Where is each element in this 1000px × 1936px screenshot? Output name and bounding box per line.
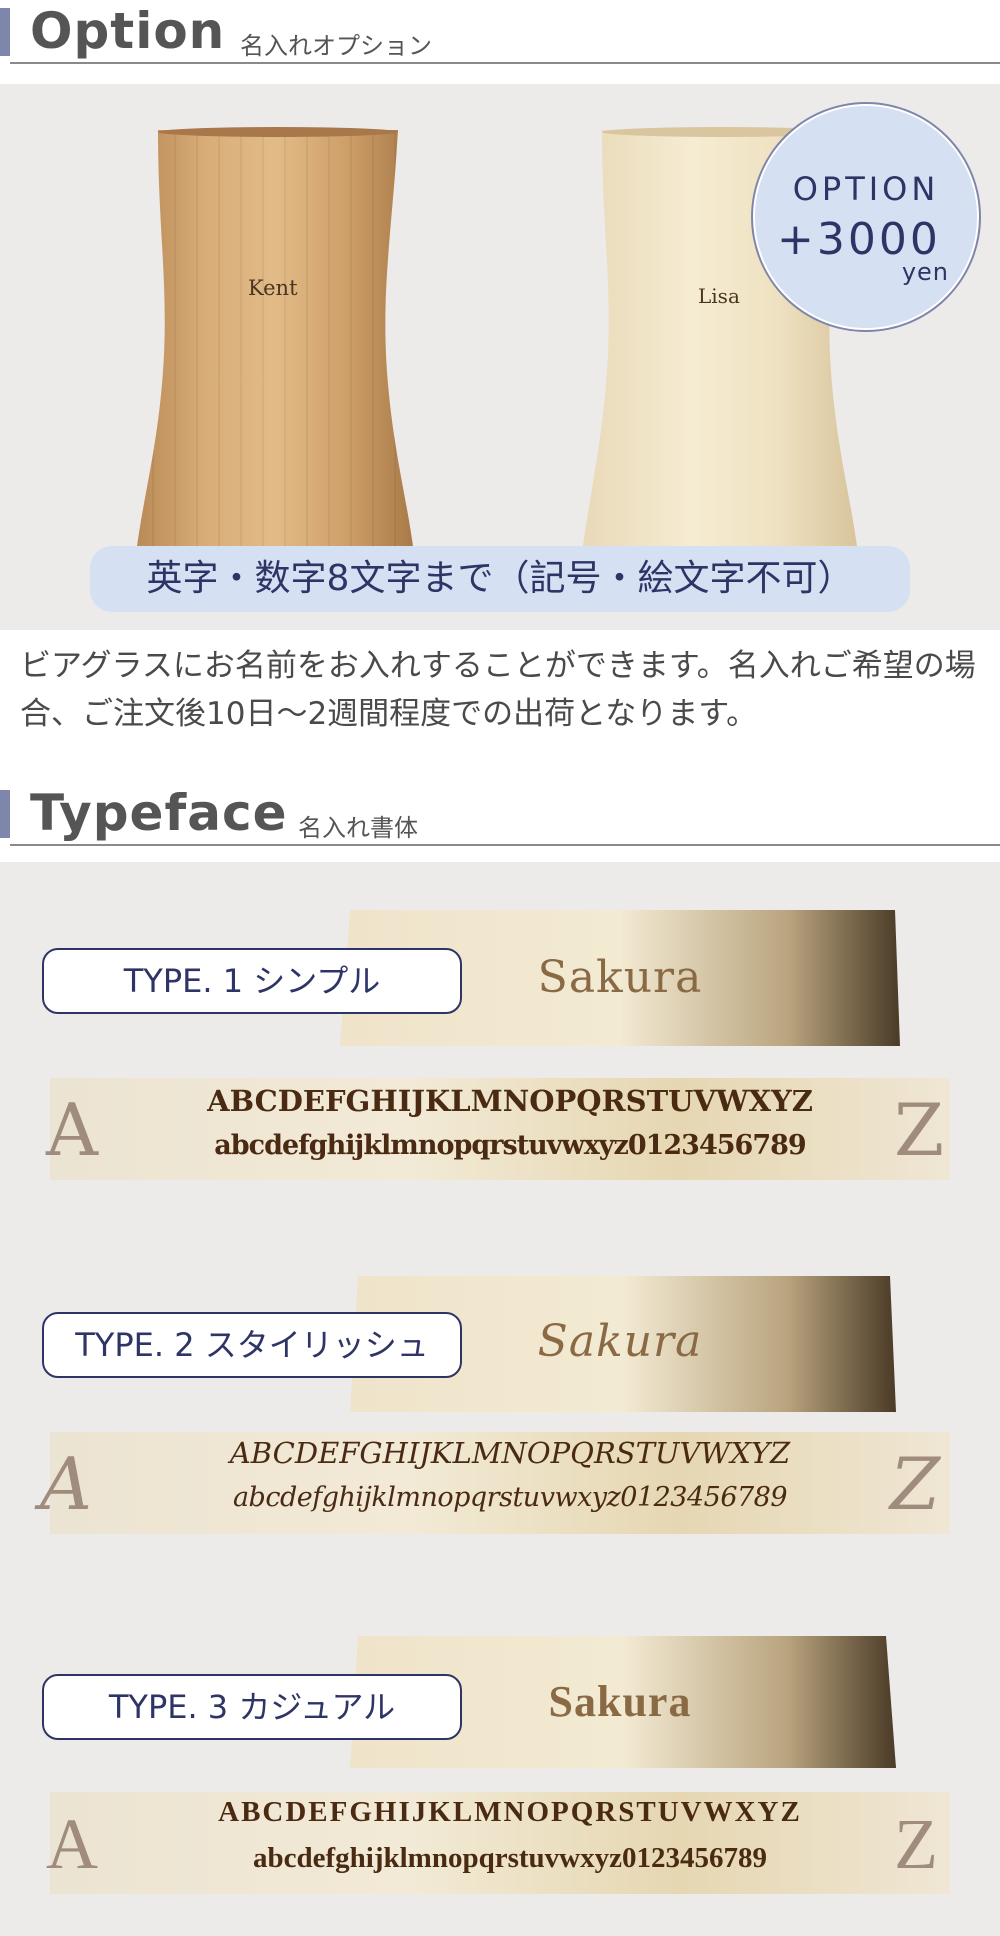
lowercase-sample: abcdefghijklmnopqrstuvwxyz0123456789 (214, 1130, 806, 1161)
big-letter-a: A (46, 1804, 98, 1884)
accent-bar (0, 790, 10, 838)
type-1-block: Sakura TYPE. 1 シンプル A ABCDEFGHIJKLMNOPQR… (0, 910, 1000, 1200)
section-subtitle: 名入れオプション (240, 32, 432, 60)
alphabet-sample-panel: A ABCDEFGHIJKLMNOPQRSTUVWXYZ abcdefghijk… (46, 1792, 950, 1894)
alphabet-sample-panel: A ABCDEFGHIJKLMNOPQRSTUVWXYZ abcdefghijk… (46, 1078, 950, 1180)
big-letter-z: Z (894, 1088, 945, 1172)
section-subtitle: 名入れ書体 (298, 814, 418, 842)
accent-bar (0, 8, 10, 56)
section-title: Typeface (30, 784, 288, 842)
big-letter-a: A (40, 1442, 92, 1526)
lowercase-sample: abcdefghijklmnopqrstuvwxyz0123456789 (232, 1482, 788, 1513)
type-2-label: TYPE. 2 スタイリッシュ (42, 1312, 462, 1378)
option-description: ビアグラスにお名前をお入れすることができます。名入れご希望の場合、ご注文後10日… (20, 648, 976, 732)
badge-label: OPTION (792, 170, 940, 208)
uppercase-sample: ABCDEFGHIJKLMNOPQRSTUVWXYZ (207, 1084, 813, 1118)
uppercase-sample: ABCDEFGHIJKLMNOPQRSTUVWXYZ (218, 1796, 802, 1828)
cup-bamboo-image (136, 127, 414, 554)
option-section-header: Option 名入れオプション (0, 0, 1000, 64)
big-letter-z: Z (894, 1804, 938, 1884)
typeface-panel: Sakura TYPE. 1 シンプル A ABCDEFGHIJKLMNOPQR… (0, 862, 1000, 1936)
big-letter-a: A (46, 1088, 98, 1172)
type-1-label: TYPE. 1 シンプル (42, 948, 462, 1014)
badge-unit: yen (901, 258, 949, 286)
type-3-block: Sakura TYPE. 3 カジュアル A ABCDEFGHIJKLMNOPQ… (0, 1636, 1000, 1926)
cup-name-lisa: Lisa (698, 284, 740, 308)
uppercase-sample: ABCDEFGHIJKLMNOPQRSTUVWXYZ (229, 1436, 791, 1470)
character-limit-note: 英字・数字8文字まで（記号・絵文字不可） (90, 546, 910, 612)
option-hero-image: Kent Lisa OPTION +3000 yen 英字・数字8文字まで（記号… (0, 84, 1000, 630)
section-title: Option (30, 2, 226, 60)
typeface-section-header: Typeface 名入れ書体 (0, 782, 1000, 846)
type-3-label: TYPE. 3 カジュアル (42, 1674, 462, 1740)
cup-name-kent: Kent (248, 276, 298, 300)
type-2-block: Sakura TYPE. 2 スタイリッシュ A ABCDEFGHIJKLMNO… (0, 1276, 1000, 1566)
option-price-badge: OPTION +3000 yen (753, 104, 979, 330)
alphabet-sample-panel: A ABCDEFGHIJKLMNOPQRSTUVWXYZ abcdefghijk… (40, 1432, 950, 1534)
header-rule (10, 844, 1000, 846)
lowercase-sample: abcdefghijklmnopqrstuvwxyz0123456789 (253, 1842, 767, 1874)
big-letter-z: Z (890, 1442, 941, 1526)
header-rule (10, 62, 1000, 64)
